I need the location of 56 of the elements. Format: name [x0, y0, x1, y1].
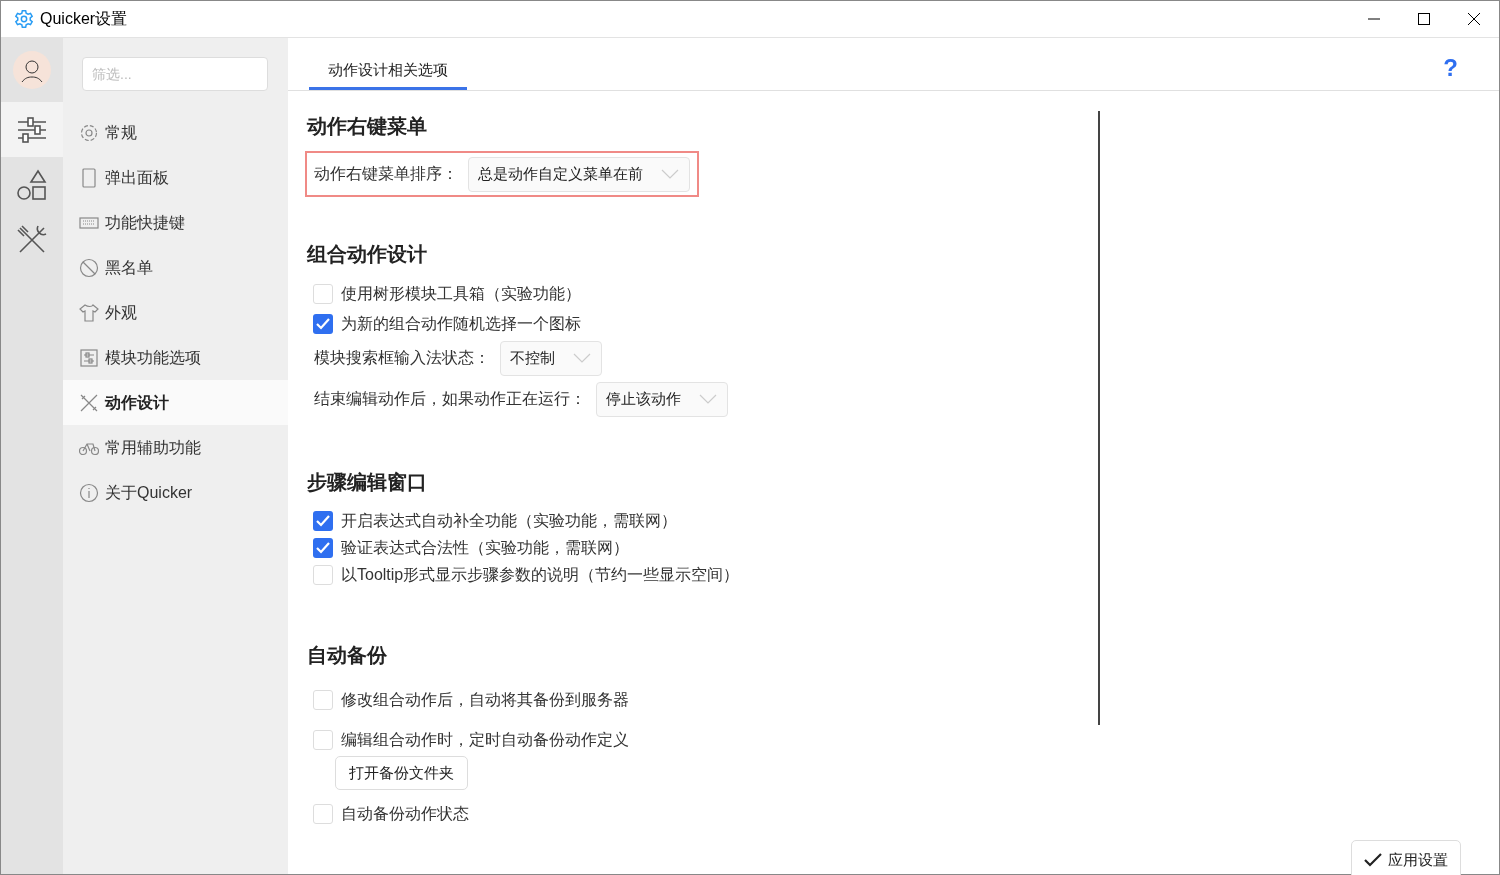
- chevron-down-icon: [661, 169, 679, 179]
- gear-icon: [14, 9, 34, 29]
- checkbox[interactable]: [313, 804, 333, 824]
- checkbox[interactable]: [313, 690, 333, 710]
- gear-icon: [79, 122, 99, 143]
- dropdown[interactable]: 总是动作自定义菜单在前: [468, 156, 690, 192]
- checkbox[interactable]: [313, 314, 333, 334]
- apply-button[interactable]: 应用设置: [1351, 840, 1461, 875]
- nav-item[interactable]: 常规: [63, 110, 288, 155]
- dropdown[interactable]: 停止该动作: [596, 381, 728, 417]
- open-folder-button[interactable]: 打开备份文件夹: [335, 756, 468, 790]
- settings-panel-icon: [79, 347, 99, 368]
- nav-item[interactable]: 动作设计: [63, 380, 288, 425]
- window-title: Quicker设置: [40, 9, 128, 29]
- nav-item[interactable]: 外观: [63, 290, 288, 335]
- prohibited-icon: [79, 257, 99, 278]
- checkbox-label: 使用树形模块工具箱（实验功能）: [341, 284, 581, 304]
- chevron-down-icon: [573, 353, 591, 363]
- section-heading: 组合动作设计: [307, 242, 428, 267]
- checkbox[interactable]: [313, 564, 333, 585]
- chevron-down-icon: [699, 394, 717, 404]
- close-icon: [1468, 13, 1480, 25]
- filter-field[interactable]: 筛选...: [82, 57, 268, 91]
- checkmark-icon: [1364, 853, 1382, 867]
- dropdown[interactable]: 不控制: [500, 340, 602, 376]
- dropdown-label: 模块搜索框输入法状态：: [314, 348, 490, 368]
- section-heading: 动作右键菜单: [307, 114, 428, 139]
- checkbox-label: 自动备份动作状态: [341, 804, 469, 824]
- tshirt-icon: [79, 302, 99, 323]
- checkbox[interactable]: [313, 537, 333, 558]
- nav-item[interactable]: 黑名单: [63, 245, 288, 290]
- nav-item[interactable]: 功能快捷键: [63, 200, 288, 245]
- rectangle-icon: [79, 167, 99, 188]
- section-heading: 自动备份: [307, 643, 388, 668]
- checkbox-label: 验证表达式合法性（实验功能，需联网）: [341, 537, 629, 558]
- nav-item[interactable]: 关于Quicker: [63, 470, 288, 515]
- checkbox-label: 为新的组合动作随机选择一个图标: [341, 314, 581, 334]
- checkbox[interactable]: [313, 510, 333, 531]
- checkbox-label: 编辑组合动作时，定时自动备份动作定义: [341, 730, 629, 750]
- nav-item[interactable]: 弹出面板: [63, 155, 288, 200]
- shapes-icon[interactable]: [16, 168, 48, 201]
- tab[interactable]: 动作设计相关选项: [309, 54, 467, 90]
- checkbox[interactable]: [313, 284, 333, 304]
- checkbox[interactable]: [313, 730, 333, 750]
- nav-item[interactable]: 模块功能选项: [63, 335, 288, 380]
- help-icon[interactable]: ?: [1443, 56, 1458, 80]
- checkbox-label: 修改组合动作后，自动将其备份到服务器: [341, 690, 629, 710]
- maximize-icon: [1418, 13, 1430, 25]
- info-icon: [79, 482, 99, 503]
- dropdown-label: 动作右键菜单排序：: [314, 164, 458, 184]
- avatar-icon[interactable]: [13, 51, 51, 89]
- section-heading: 步骤编辑窗口: [307, 470, 428, 495]
- dropdown-label: 结束编辑动作后，如果动作正在运行：: [314, 389, 586, 409]
- checkbox-label: 开启表达式自动补全功能（实验功能，需联网）: [341, 510, 677, 531]
- nav-item[interactable]: 常用辅助功能: [63, 425, 288, 470]
- checkbox-label: 以Tooltip形式显示步骤参数的说明（节约一些显示空间）: [341, 564, 740, 585]
